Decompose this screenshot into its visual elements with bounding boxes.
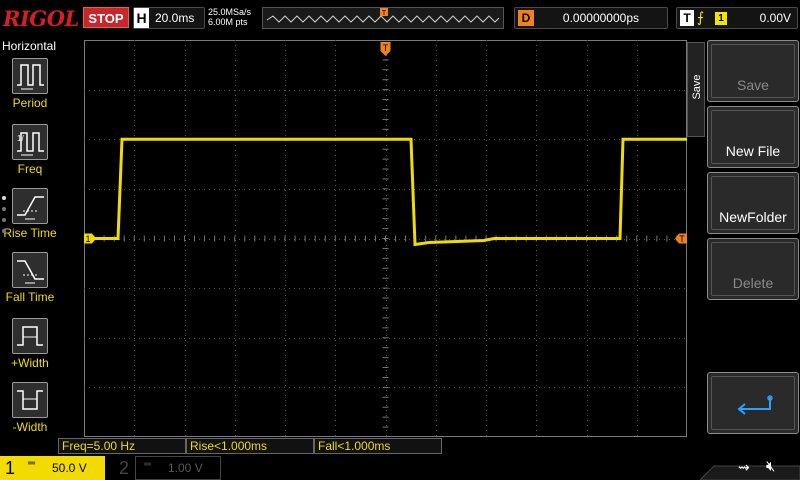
period-icon — [12, 58, 48, 94]
ch1-scale: 50.0 V — [52, 461, 87, 475]
rise-measurement[interactable]: Rise<1.000ms — [186, 438, 314, 454]
trigger-level-label: T — [679, 234, 685, 244]
delete-button[interactable]: Delete — [707, 238, 799, 300]
new-file-button-label: New File — [725, 143, 781, 159]
acquisition-info: 25.0MSa/s 6.00M pts — [208, 7, 251, 27]
positive-width-icon — [12, 318, 48, 354]
speaker-muted-icon[interactable]: 🔇︎ — [766, 458, 775, 475]
delay-label: D — [518, 10, 534, 26]
ch1-scale-box[interactable]: ═ 50.0 V — [20, 456, 105, 480]
measure-rise-time[interactable]: Rise Time — [0, 188, 60, 250]
rise-time-icon — [12, 188, 48, 224]
timebase-value: 20.0ms — [155, 11, 195, 25]
fall-time-icon — [12, 252, 48, 288]
trigger-position-label: T — [383, 43, 389, 53]
rising-edge-icon: ⨍ — [697, 9, 705, 25]
save-button[interactable]: Save — [707, 40, 799, 102]
sample-rate: 25.0MSa/s — [208, 7, 252, 17]
usb-icon: ⇝ — [738, 459, 750, 475]
negative-width-icon — [12, 382, 48, 418]
memory-depth: 6.00M pts — [208, 17, 248, 27]
trigger-level: 0.00V — [759, 11, 791, 25]
delay-box[interactable]: D 0.00000000ps — [514, 7, 668, 29]
measure-label: Freq — [17, 162, 43, 176]
horizontal-timebase-box[interactable]: H 20.0ms — [133, 7, 205, 29]
ch2-scale: 1.00 V — [168, 461, 203, 475]
status-tray — [700, 465, 800, 480]
memory-waveform-preview: T — [266, 8, 500, 23]
measure-label: Period — [12, 96, 48, 110]
save-menu-title: Save — [691, 74, 703, 100]
memory-overview-bar: T — [262, 7, 504, 29]
save-menu: Save Save New File NewFolder Delete — [687, 36, 800, 456]
page-indicator — [2, 196, 6, 240]
measure-fall-time[interactable]: Fall Time — [0, 252, 60, 314]
fall-measurement[interactable]: Fall<1.000ms — [314, 438, 442, 454]
measure-freq[interactable]: 1/ Freq — [0, 124, 60, 186]
run-stop-button[interactable]: STOP — [83, 7, 129, 28]
trigger-source: 1 — [715, 12, 727, 25]
measure-positive-width[interactable]: +Width — [0, 318, 60, 380]
horizontal-label: H — [134, 8, 149, 28]
channel-bar: 1 ═ 50.0 V 2 ═ 1.00 V ⇝ 🔇︎ — [0, 456, 800, 480]
graticule: T 1 T — [84, 40, 687, 437]
delay-value: 0.00000000ps — [562, 11, 639, 25]
delete-button-label: Delete — [732, 275, 774, 291]
dc-coupling-icon: ═ — [28, 458, 36, 469]
ch1-ground-label: 1 — [85, 234, 90, 244]
freq-measurement[interactable]: Freq=5.00 Hz — [58, 438, 186, 454]
measure-label: Rise Time — [3, 226, 57, 240]
menu-title: Horizontal — [2, 39, 57, 53]
frequency-icon: 1/ — [12, 124, 48, 160]
measure-label: -Width — [12, 420, 48, 434]
trigger-box[interactable]: T ⨍ 1 0.00V — [676, 7, 798, 29]
new-folder-button-label: NewFolder — [719, 209, 787, 225]
svg-text:1/: 1/ — [17, 134, 24, 143]
save-menu-tab: Save — [687, 42, 705, 137]
ch1-number[interactable]: 1 — [0, 456, 20, 480]
measure-period[interactable]: Period — [0, 58, 60, 120]
save-button-label: Save — [737, 77, 769, 93]
measure-label: Fall Time — [5, 290, 55, 304]
return-arrow-icon — [737, 395, 773, 415]
svg-text:T: T — [382, 10, 387, 17]
measure-negative-width[interactable]: -Width — [0, 382, 60, 444]
measure-label: +Width — [11, 356, 49, 370]
waveform-display[interactable]: T 1 T — [84, 40, 687, 437]
horizontal-measure-menu: Horizontal Period 1/ Freq Rise Time Fall… — [0, 36, 60, 456]
ch2-scale-box[interactable]: ═ 1.00 V — [135, 456, 221, 480]
return-button[interactable] — [707, 372, 799, 434]
top-status-bar: RIGOL STOP H 20.0ms 25.0MSa/s 6.00M pts … — [0, 0, 800, 36]
dc-coupling-icon: ═ — [144, 459, 152, 470]
trigger-label: T — [680, 10, 694, 26]
rigol-logo: RIGOL — [3, 6, 79, 31]
ch2-number[interactable]: 2 — [113, 456, 135, 480]
new-folder-button[interactable]: NewFolder — [707, 172, 799, 234]
new-file-button[interactable]: New File — [707, 106, 799, 168]
